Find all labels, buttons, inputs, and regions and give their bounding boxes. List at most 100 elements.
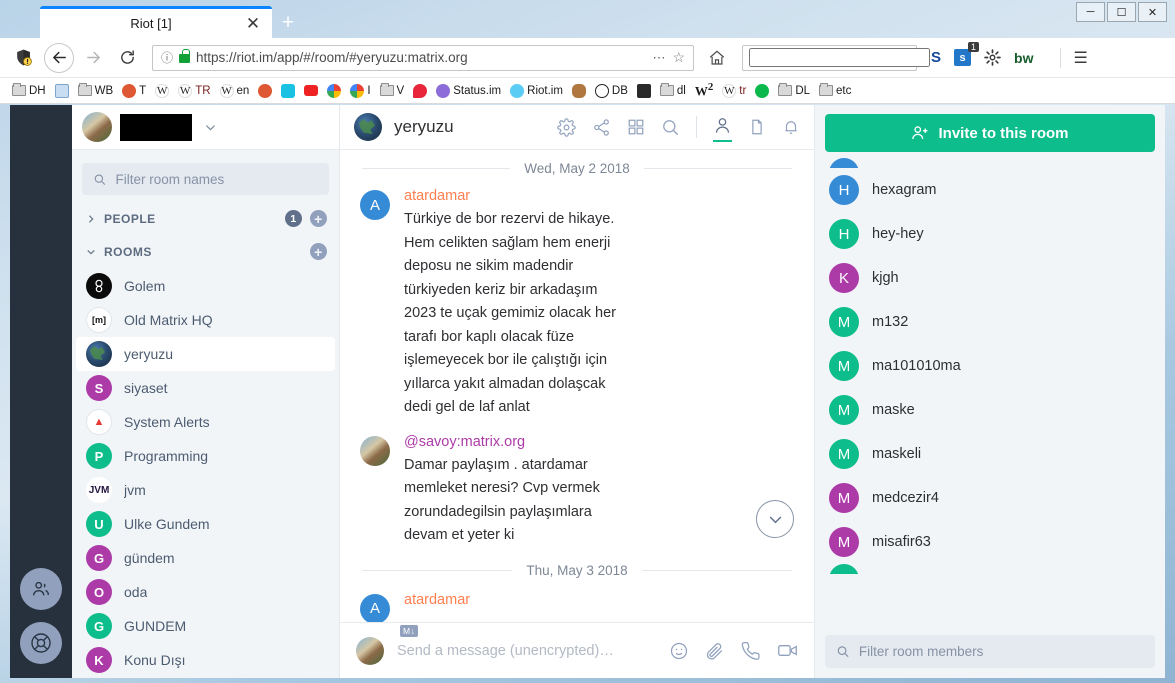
skype-icon[interactable]: S (931, 49, 941, 66)
browser-menu-icon[interactable]: ☰ (1060, 47, 1088, 68)
message-composer[interactable]: M↓ (340, 622, 814, 678)
bookmark-item[interactable]: Status.im (436, 83, 501, 98)
list-item[interactable]: M maskeli (819, 432, 1165, 476)
close-window-button[interactable]: ✕ (1138, 2, 1167, 22)
back-button[interactable] (44, 42, 74, 73)
site-info-icon[interactable]: ⓘ (161, 49, 173, 66)
bookmark-star-icon[interactable]: ☆ (672, 49, 685, 66)
list-item[interactable]: M m132 (819, 300, 1165, 344)
message-group[interactable]: A atardamar (340, 584, 814, 622)
bookmark-item[interactable]: Wtr (722, 83, 746, 98)
extension-badge-icon[interactable]: s 1 (954, 42, 980, 66)
avatar[interactable]: A (360, 593, 390, 622)
room-list-item-yeryuzu[interactable]: yeryuzu (76, 337, 335, 371)
reload-button[interactable] (112, 43, 142, 73)
room-filter[interactable] (82, 163, 329, 195)
room-list-item[interactable]: G GUNDEM (76, 609, 335, 643)
maximize-button[interactable]: ☐ (1107, 2, 1136, 22)
bookmark-item[interactable]: T (122, 83, 146, 98)
room-list-item[interactable]: K Konu Dışı (76, 643, 335, 677)
share-room-icon[interactable] (592, 118, 611, 137)
bookmark-item[interactable] (327, 83, 342, 98)
room-filter-input[interactable] (115, 171, 318, 187)
search-input[interactable] (749, 48, 930, 67)
room-list-item[interactable]: S siyaset (76, 371, 335, 405)
user-profile-button[interactable] (72, 105, 339, 150)
bookmark-item[interactable]: Wen (219, 83, 249, 98)
bookmark-item[interactable] (304, 85, 319, 96)
markdown-badge[interactable]: M↓ (400, 625, 419, 637)
message-sender[interactable]: atardamar (404, 592, 470, 608)
jump-to-bottom-button[interactable] (756, 500, 794, 538)
room-list-item[interactable]: G gündem (76, 541, 335, 575)
bookmark-item[interactable] (281, 83, 296, 98)
emoji-icon[interactable] (669, 641, 689, 661)
bookmark-item[interactable]: DB (594, 83, 628, 98)
list-item-partial[interactable] (819, 564, 1165, 574)
list-item[interactable]: M maske (819, 388, 1165, 432)
bitwarden-icon[interactable]: bw (1014, 50, 1033, 66)
bookmark-item[interactable] (413, 83, 428, 98)
message-sender[interactable]: atardamar (404, 188, 616, 204)
address-bar[interactable]: ⓘ https://riot.im/app/#/room/#yeryuzu:ma… (152, 44, 694, 71)
list-item[interactable]: M medcezir4 (819, 476, 1165, 520)
room-list-item[interactable]: O oda (76, 575, 335, 609)
attachment-icon[interactable] (705, 641, 725, 661)
invite-to-room-button[interactable]: Invite to this room (825, 114, 1155, 152)
add-person-button[interactable]: + (310, 210, 327, 227)
forward-button[interactable] (78, 43, 108, 73)
list-item[interactable]: M ma101010ma (819, 344, 1165, 388)
add-room-button[interactable]: + (310, 243, 327, 260)
notifications-bell-icon[interactable] (782, 118, 800, 136)
apps-grid-icon[interactable] (627, 118, 645, 136)
bookmark-item[interactable]: W2 (695, 81, 713, 99)
room-list-item[interactable]: JVM jvm (76, 473, 335, 507)
member-list-icon[interactable] (713, 116, 732, 142)
list-item[interactable]: H hey-hey (819, 212, 1165, 256)
community-button[interactable] (20, 568, 62, 610)
member-scroll[interactable]: H hexagram H hey-hey K kjgh M m132 M ma1… (815, 158, 1165, 631)
bookmark-item[interactable]: Riot.im (510, 83, 563, 98)
message-group[interactable]: @savoy:matrix.org Damar paylaşım . atard… (340, 422, 814, 550)
search-bar[interactable] (742, 44, 930, 71)
tracking-protection-icon[interactable] (8, 43, 38, 73)
bookmark-item[interactable]: DL (778, 83, 810, 97)
close-tab-icon[interactable]: ✕ (240, 11, 266, 37)
message-input[interactable] (397, 642, 656, 659)
member-filter-input[interactable] (858, 644, 1144, 659)
bookmark-item[interactable]: etc (819, 83, 851, 97)
message-group[interactable]: A atardamar Türkiye de bor rezervi de hi… (340, 182, 814, 422)
bookmark-item[interactable]: W (155, 83, 170, 98)
avatar[interactable]: A (360, 190, 390, 220)
video-call-icon[interactable] (777, 640, 798, 661)
room-list-item[interactable]: Golem (76, 269, 335, 303)
message-sender[interactable]: @savoy:matrix.org (404, 434, 600, 450)
bookmark-item[interactable] (755, 83, 770, 98)
bookmark-item[interactable]: DH (12, 83, 46, 97)
new-tab-button[interactable]: + (276, 11, 300, 35)
room-settings-icon[interactable] (557, 117, 576, 137)
file-panel-icon[interactable] (748, 118, 766, 136)
bookmark-item[interactable] (258, 83, 273, 98)
section-header-people[interactable]: PEOPLE 1 + (72, 201, 339, 234)
list-item[interactable]: K kjgh (819, 256, 1165, 300)
chevron-down-icon[interactable] (204, 121, 217, 134)
list-item[interactable]: H hexagram (819, 168, 1165, 212)
search-room-icon[interactable] (661, 118, 680, 137)
room-list-item[interactable]: P Programming (76, 439, 335, 473)
section-header-rooms[interactable]: ROOMS + (72, 234, 339, 267)
room-list-item[interactable]: [m] Old Matrix HQ (76, 303, 335, 337)
room-list-item[interactable]: U Ulke Gundem (76, 507, 335, 541)
room-avatar[interactable] (354, 113, 382, 141)
bookmark-item[interactable] (636, 83, 651, 98)
voice-call-icon[interactable] (741, 641, 761, 661)
message-timeline[interactable]: Wed, May 2 2018 A atardamar Türkiye de b… (340, 150, 814, 622)
bookmark-item[interactable]: V (379, 83, 404, 97)
gear-icon[interactable] (984, 49, 1001, 66)
page-actions-icon[interactable]: ⋯ (652, 50, 666, 66)
bookmark-item[interactable]: dl (659, 83, 686, 97)
browser-tab[interactable]: Riot [1] ✕ (40, 6, 272, 38)
minimize-button[interactable]: ─ (1076, 2, 1105, 22)
bookmark-item[interactable]: W TR (178, 83, 211, 98)
bookmark-item[interactable]: WB (77, 83, 113, 97)
